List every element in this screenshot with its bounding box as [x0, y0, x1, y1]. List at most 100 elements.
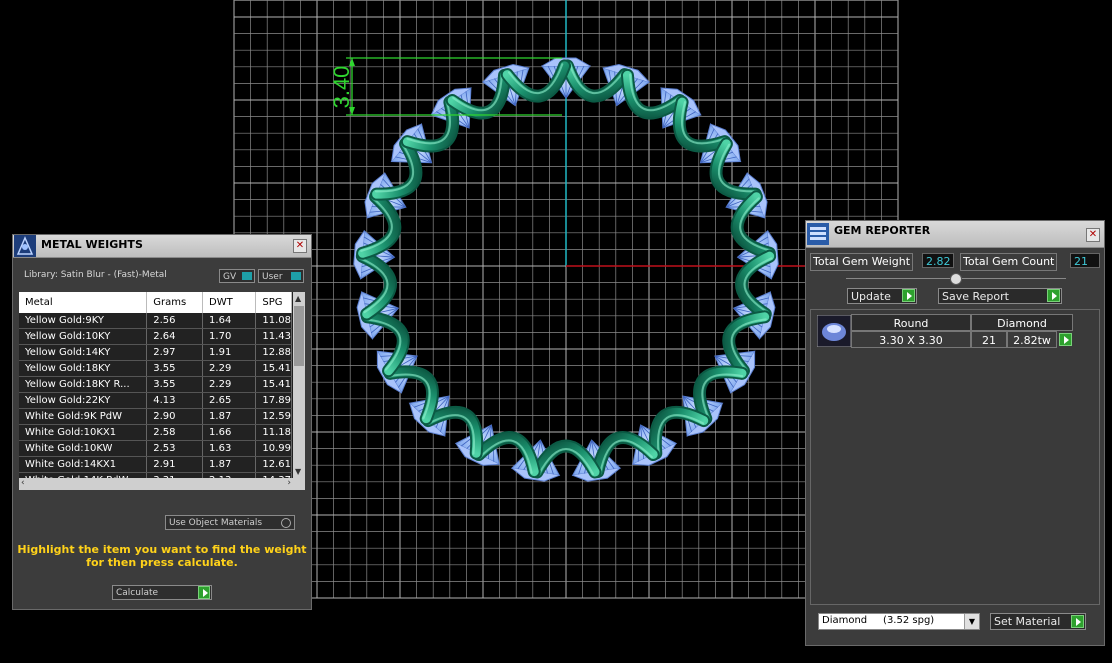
material-select[interactable]: Diamond (3.52 spg) ▼ [818, 613, 980, 630]
table-row[interactable]: Yellow Gold:22KY 4.13 2.65 17.89 [19, 392, 292, 409]
horizontal-scrollbar[interactable]: ‹ › [19, 478, 305, 490]
cell-spg: 17.89 [255, 392, 292, 409]
cell-dwt: 1.63 [202, 440, 257, 457]
table-row[interactable]: White Gold:10KX1 2.58 1.66 11.18 [19, 424, 292, 441]
metal-table-container[interactable]: Metal Grams DWT SPG Yellow Gold:9KY 2.56 1… [19, 292, 305, 490]
cell-spg: 12.59 [255, 408, 292, 425]
gem-weight: 2.82tw [1007, 331, 1057, 348]
column-header-dwt[interactable]: DWT [202, 292, 257, 313]
total-gem-weight-value: 2.82 [922, 253, 954, 268]
gem-reporter-close-icon[interactable]: ✕ [1086, 228, 1100, 242]
cell-spg: 15.41 [255, 360, 292, 377]
table-row[interactable]: Yellow Gold:10KY 2.64 1.70 11.43 [19, 328, 292, 345]
divider-slider[interactable] [846, 273, 1066, 285]
slider-knob[interactable] [950, 273, 962, 285]
total-gem-count-label: Total Gem Count [960, 253, 1058, 271]
metal-weights-titlebar[interactable]: METAL WEIGHTS ✕ [13, 235, 311, 258]
instruction-text: Highlight the item you want to find the … [13, 543, 311, 569]
play-arrow-icon [1047, 289, 1060, 302]
cell-dwt: 1.87 [202, 408, 257, 425]
play-arrow-icon [902, 289, 915, 302]
user-toggle-indicator [291, 272, 301, 280]
scroll-up-icon[interactable]: ▲ [295, 294, 301, 303]
cell-spg: 12.61 [255, 456, 292, 473]
play-arrow-icon [198, 586, 210, 599]
dropdown-chevron-icon: ▼ [964, 614, 979, 629]
gem-size: 3.30 X 3.30 [851, 331, 971, 348]
gv-toggle-label: GV [223, 272, 237, 282]
set-material-button[interactable]: Set Material [990, 613, 1086, 630]
save-report-button-label: Save Report [942, 290, 1009, 303]
calculate-button[interactable]: Calculate [112, 585, 212, 600]
use-object-materials-label: Use Object Materials [169, 518, 263, 528]
metal-weights-close-icon[interactable]: ✕ [293, 239, 307, 253]
table-row[interactable]: Yellow Gold:14KY 2.97 1.91 12.88 [19, 344, 292, 361]
gem-reporter-title: GEM REPORTER [834, 224, 931, 237]
cell-grams: 2.64 [146, 328, 204, 345]
cell-metal: Yellow Gold:22KY [19, 392, 148, 409]
column-header-metal[interactable]: Metal [19, 292, 148, 313]
table-row[interactable]: White Gold:14KX1 2.91 1.87 12.61 [19, 456, 292, 473]
table-row[interactable]: White Gold:9K PdW 2.90 1.87 12.59 [19, 408, 292, 425]
total-gem-weight-label: Total Gem Weight [810, 253, 914, 271]
gem-reporter-titlebar[interactable]: GEM REPORTER ✕ [806, 221, 1104, 248]
instruction-line-1: Highlight the item you want to find the … [17, 543, 307, 556]
table-row[interactable]: White Gold:10KW 2.53 1.63 10.99 [19, 440, 292, 457]
cell-spg: 11.08 [255, 313, 292, 329]
cell-grams: 2.91 [146, 456, 204, 473]
table-header-row: Metal Grams DWT SPG [19, 292, 292, 313]
cell-metal: Yellow Gold:10KY [19, 328, 148, 345]
update-button[interactable]: Update [847, 288, 917, 304]
cell-metal: White Gold:10KX1 [19, 424, 148, 441]
gem-material-header: Diamond [971, 314, 1073, 331]
column-header-grams[interactable]: Grams [146, 292, 204, 313]
library-label: Library: Satin Blur - (Fast)-Metal [24, 270, 167, 280]
cell-spg: 12.88 [255, 344, 292, 361]
set-material-button-label: Set Material [994, 615, 1061, 628]
scroll-down-icon[interactable]: ▼ [295, 467, 301, 476]
cell-metal: White Gold:9K PdW [19, 408, 148, 425]
gem-item-play-icon[interactable] [1059, 333, 1072, 346]
calculate-button-label: Calculate [116, 588, 159, 598]
update-button-label: Update [851, 290, 891, 303]
column-header-spg[interactable]: SPG [255, 292, 292, 313]
cell-grams: 2.97 [146, 344, 204, 361]
table-row[interactable]: Yellow Gold:18KY 3.55 2.29 15.41 [19, 360, 292, 377]
scroll-left-icon[interactable]: ‹ [21, 478, 25, 488]
cell-grams: 3.55 [146, 376, 204, 393]
metal-weights-panel: METAL WEIGHTS ✕ Library: Satin Blur - (F… [12, 234, 312, 610]
cell-grams: 2.58 [146, 424, 204, 441]
table-row[interactable]: Yellow Gold:9KY 2.56 1.64 11.08 [19, 313, 292, 329]
radio-icon [281, 518, 291, 528]
gem-list-item[interactable]: Round Diamond 3.30 X 3.30 21 2.82tw [811, 310, 1099, 350]
cell-dwt: 2.29 [202, 376, 257, 393]
cell-metal: Yellow Gold:18KY [19, 360, 148, 377]
scrollbar-thumb[interactable] [294, 306, 304, 366]
use-object-materials-toggle[interactable]: Use Object Materials [165, 515, 295, 530]
gem-shape-header: Round [851, 314, 971, 331]
gv-toggle[interactable]: GV [219, 269, 255, 283]
metal-weights-title: METAL WEIGHTS [41, 238, 143, 251]
gem-count: 21 [971, 331, 1007, 348]
gem-reporter-panel: GEM REPORTER ✕ Total Gem Weight 2.82 Tot… [805, 220, 1105, 646]
metal-weights-logo-icon [14, 235, 36, 257]
cell-metal: Yellow Gold:18KY R... [19, 376, 148, 393]
cell-dwt: 1.87 [202, 456, 257, 473]
material-select-value: Diamond (3.52 spg) [822, 615, 935, 626]
cell-dwt: 1.64 [202, 313, 257, 329]
cell-metal: White Gold:10KW [19, 440, 148, 457]
save-report-button[interactable]: Save Report [938, 288, 1062, 304]
cell-spg: 15.41 [255, 376, 292, 393]
cell-dwt: 2.29 [202, 360, 257, 377]
table-row[interactable]: Yellow Gold:18KY R... 3.55 2.29 15.41 [19, 376, 292, 393]
cell-spg: 11.43 [255, 328, 292, 345]
user-toggle[interactable]: User [258, 269, 304, 283]
metal-weights-table: Metal Grams DWT SPG Yellow Gold:9KY 2.56 1… [19, 292, 292, 489]
cell-metal: White Gold:14KX1 [19, 456, 148, 473]
cell-dwt: 2.65 [202, 392, 257, 409]
cell-dwt: 1.91 [202, 344, 257, 361]
vertical-scrollbar[interactable]: ▲ ▼ [293, 292, 305, 478]
scroll-right-icon[interactable]: › [287, 478, 291, 488]
round-gem-thumbnail-icon [817, 315, 851, 347]
gem-list[interactable]: Round Diamond 3.30 X 3.30 21 2.82tw [810, 309, 1100, 605]
